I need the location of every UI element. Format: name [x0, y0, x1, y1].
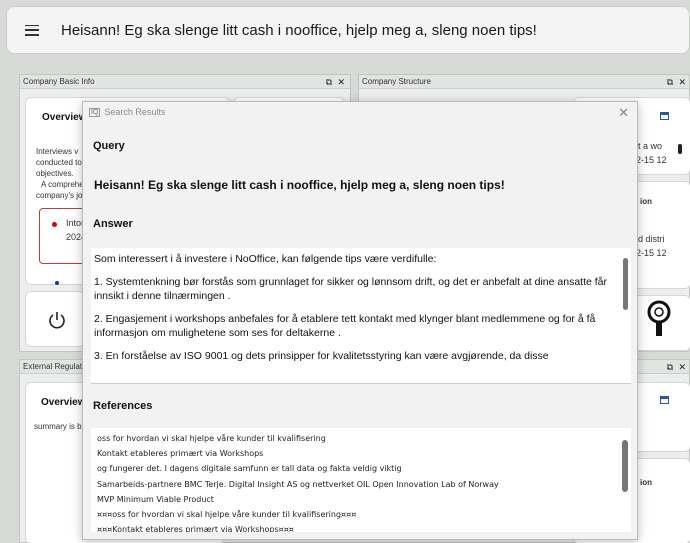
overview-heading: Overview	[42, 112, 87, 123]
references-scrollbar[interactable]	[622, 440, 628, 492]
answer-scrollbar[interactable]	[623, 258, 628, 310]
reference-item: ¤¤¤Kontakt etableres primært via Worksho…	[97, 525, 294, 532]
panel-title-text: Company Basic Info	[23, 77, 95, 86]
app-logo-icon: IQ	[89, 107, 101, 117]
structure-line: 2-15 12	[636, 248, 667, 258]
overview-line: company's jo	[36, 191, 83, 200]
query-text: Heisann! Eg ska slenge litt cash i nooff…	[94, 178, 505, 192]
reference-item: ¤¤¤oss for hvordan vi skal hjelpe våre k…	[97, 510, 357, 520]
event-dot-icon	[55, 281, 59, 285]
popout-icon[interactable]: ⧉	[326, 75, 332, 89]
close-icon[interactable]: ✕	[678, 75, 686, 89]
panel-title-text: Company Structure	[362, 77, 431, 86]
close-icon[interactable]: ✕	[618, 105, 629, 121]
calendar-icon	[660, 112, 669, 120]
structure-line: 2-15 12	[636, 155, 667, 165]
references-list[interactable]: oss for hvordan vi skal hjelpe våre kund…	[91, 428, 631, 532]
popout-icon[interactable]: ⧉	[667, 360, 673, 374]
event-dot-icon	[52, 222, 57, 227]
popout-icon[interactable]: ⧉	[667, 75, 673, 89]
answer-paragraph: 1. Systemtenkning bør forstås som grunnl…	[94, 276, 608, 302]
chevron-icon[interactable]	[678, 144, 682, 154]
section-label: ion	[640, 478, 652, 487]
overview-heading: Overview	[41, 397, 86, 408]
answer-paragraph: 2. Engasjement i workshops anbefales for…	[94, 313, 596, 339]
close-icon[interactable]: ✕	[337, 75, 345, 89]
answer-box[interactable]: Som interessert i å investere i NoOffice…	[91, 248, 631, 384]
power-icon[interactable]	[47, 310, 67, 330]
reference-item: oss for hvordan vi skal hjelpe våre kund…	[97, 434, 326, 443]
query-label: Query	[93, 140, 125, 152]
dialog-title: Search Results	[104, 107, 166, 117]
dialog-header: IQ Search Results	[83, 102, 637, 122]
structure-line: t a wo	[638, 141, 663, 151]
search-results-dialog: IQ Search Results ✕ Query Heisann! Eg sk…	[82, 101, 638, 540]
answer-paragraph: 3. En forståelse av ISO 9001 og dets pri…	[94, 350, 549, 362]
answer-paragraph: Som interessert i å investere i NoOffice…	[94, 253, 437, 265]
answer-label: Answer	[93, 218, 133, 230]
overview-line: objectives.	[36, 169, 74, 178]
reference-item: Kontakt etableres primært via Workshops	[97, 449, 264, 459]
panel-title: Company Basic Info ⧉ ✕	[20, 75, 350, 89]
summary-text: summary is b	[34, 422, 82, 431]
overview-line: conducted to	[36, 158, 82, 167]
reference-item: MVP Minimum Viable Product	[97, 494, 214, 504]
query-bar-text[interactable]: Heisann! Eg ska slenge litt cash i nooff…	[61, 22, 537, 39]
overview-text: Interviews v conducted to objectives. A …	[36, 146, 84, 201]
overview-line: A comprehe	[41, 180, 84, 189]
reference-item: og fungerer det. I dagens digitale samfu…	[97, 464, 402, 474]
structure-line: d distri	[638, 234, 665, 244]
panel-title: Company Structure ⧉ ✕	[359, 75, 689, 89]
section-label: ion	[640, 197, 652, 206]
search-icon[interactable]	[644, 299, 674, 337]
power-card	[25, 291, 85, 347]
calendar-icon	[660, 396, 669, 404]
query-bar: Heisann! Eg ska slenge litt cash i nooff…	[6, 6, 690, 54]
overview-line: Interviews v	[36, 147, 79, 156]
references-label: References	[93, 400, 153, 412]
menu-icon[interactable]	[25, 24, 39, 36]
panel-title-text: External Regulat	[23, 362, 83, 371]
close-icon[interactable]: ✕	[678, 360, 686, 374]
reference-item: Samarbeids-partnere BMC Terje. Digital I…	[97, 479, 499, 489]
